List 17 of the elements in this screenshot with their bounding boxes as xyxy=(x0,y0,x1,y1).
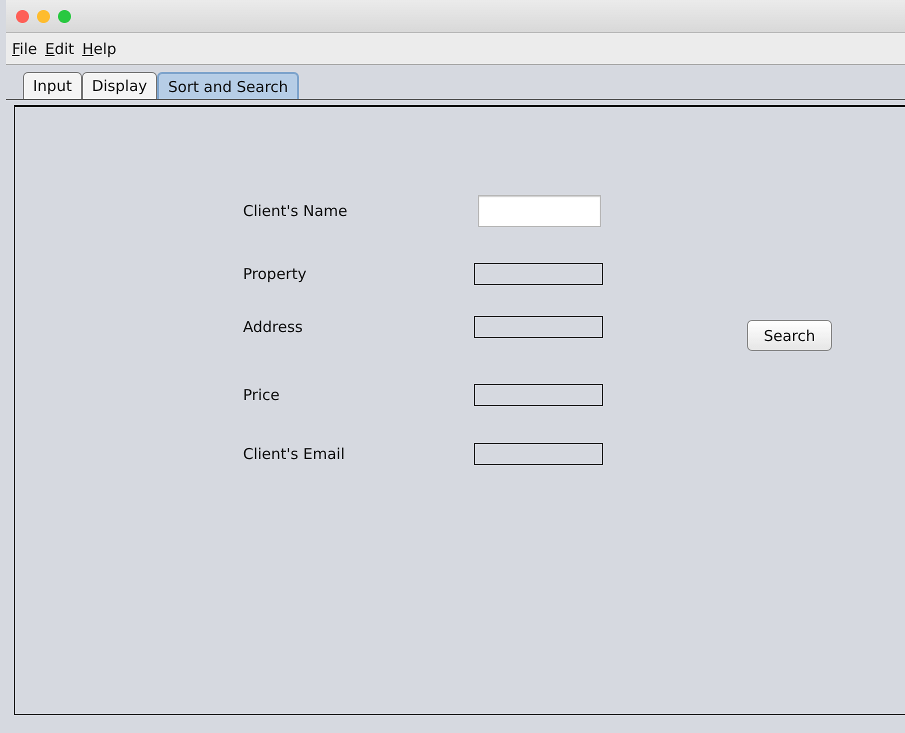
input-field[interactable] xyxy=(478,195,601,227)
field-label: Property xyxy=(243,265,308,283)
menu-item[interactable]: Edit xyxy=(45,40,74,58)
field-label: Client's Name xyxy=(243,202,348,220)
field-label: Client's Email xyxy=(243,445,346,463)
input-field[interactable] xyxy=(474,316,603,338)
tab[interactable]: Display xyxy=(82,72,158,99)
input-field[interactable] xyxy=(474,263,603,285)
input-field[interactable] xyxy=(474,384,603,406)
field-label: Price xyxy=(243,386,281,404)
input-field[interactable] xyxy=(474,443,603,465)
tab[interactable]: Input xyxy=(23,72,82,99)
tab[interactable]: Sort and Search xyxy=(157,72,300,99)
field-label: Address xyxy=(243,318,304,336)
menu-item[interactable]: Help xyxy=(82,40,116,58)
search-button[interactable]: Search xyxy=(747,320,832,351)
menu-item[interactable]: File xyxy=(12,40,38,58)
